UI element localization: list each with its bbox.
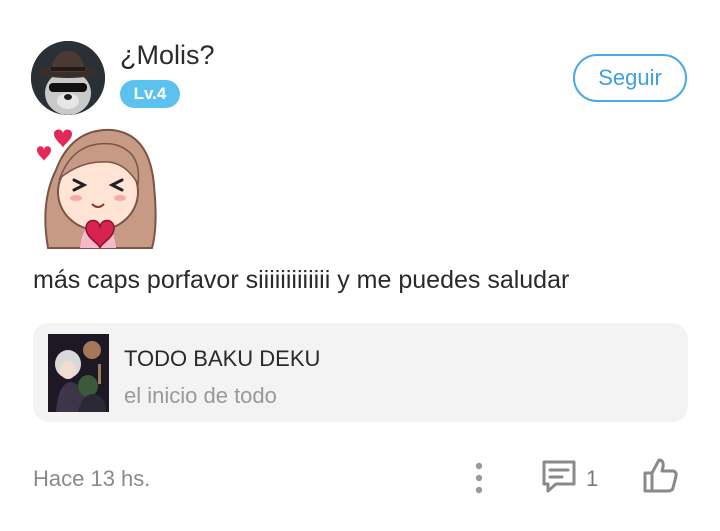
anime-artwork-thumbnail-icon [48, 334, 109, 412]
level-badge: Lv.4 [120, 80, 180, 108]
vertical-dots-icon[interactable] [466, 458, 492, 498]
comment-bubble-icon[interactable] [540, 458, 578, 496]
bear-avatar-icon [31, 41, 105, 115]
linked-post-card[interactable]: TODO BAKU DEKU el inicio de todo [33, 323, 688, 422]
user-avatar[interactable] [31, 41, 105, 115]
post-subtitle: el inicio de todo [124, 383, 277, 408]
comment-count: 1 [586, 466, 599, 491]
post-title: TODO BAKU DEKU [124, 346, 321, 371]
anime-girl-heart-sticker-icon [37, 128, 157, 249]
thumbs-up-icon[interactable] [641, 456, 679, 494]
anime-sticker [30, 122, 160, 250]
post-thumbnail [48, 334, 109, 412]
username[interactable]: ¿Molis? [120, 40, 215, 71]
follow-button[interactable]: Seguir [573, 54, 687, 102]
timestamp: Hace 13 hs. [33, 466, 151, 491]
comment-text: más caps porfavor siiiiiiiiiiiii y me pu… [33, 266, 570, 294]
